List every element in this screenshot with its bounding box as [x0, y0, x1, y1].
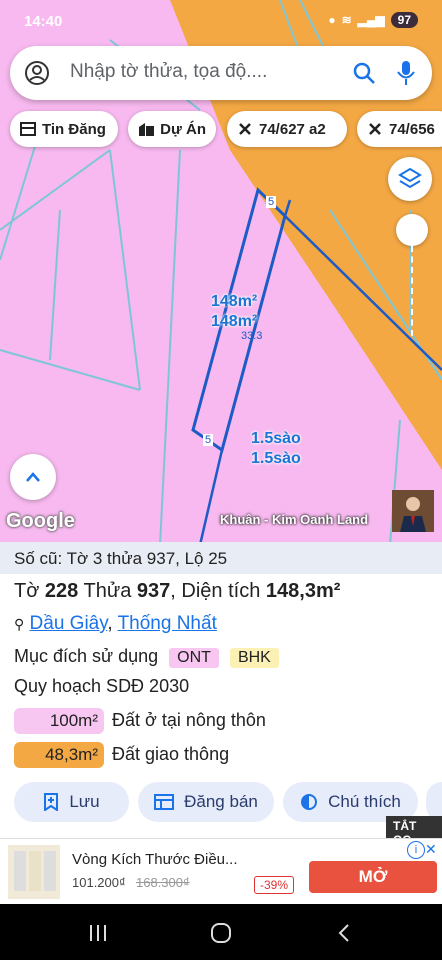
planning-title: Quy hoạch SDĐ 2030: [14, 676, 190, 696]
legend-area: 100m²: [14, 708, 104, 734]
signal-icon: ▂▄▆: [357, 13, 385, 27]
chip-projects[interactable]: Dự Án: [128, 111, 216, 147]
legend-label: Đất giao thông: [112, 744, 230, 764]
save-button[interactable]: Lưu: [14, 782, 129, 822]
legend-row: 48,3m² Đất giao thông: [14, 742, 229, 768]
parcel-summary: Tờ 228 Thửa 937, Diện tích 148,3m²: [14, 580, 341, 602]
agent-name: Khuân - Kim Oanh Land: [220, 512, 369, 527]
back-icon[interactable]: [337, 923, 351, 943]
crop-icon: [369, 123, 381, 135]
agent-avatar[interactable]: [392, 490, 434, 532]
edge-length-label: 5: [266, 196, 277, 208]
wifi-icon: ≋: [341, 13, 352, 27]
location-icon: ●: [328, 13, 336, 27]
contrast-icon: [301, 794, 318, 810]
ad-discount-badge: -39%: [254, 876, 295, 894]
list-icon: [154, 794, 175, 810]
recent-apps-icon[interactable]: [88, 924, 108, 942]
expand-panel-button[interactable]: [10, 454, 56, 500]
google-logo: Google: [6, 510, 75, 532]
ad-price: 101.200₫: [72, 875, 126, 890]
ad-banner[interactable]: Vòng Kích Thước Điều... 101.200₫ 168.300…: [0, 838, 442, 905]
chevron-up-icon: [26, 472, 40, 482]
status-time: 14:40: [24, 13, 63, 30]
chip-listings[interactable]: Tin Đăng: [10, 111, 118, 147]
ad-close-icon[interactable]: ✕: [425, 841, 437, 858]
post-for-sale-button[interactable]: Đăng bán: [138, 782, 274, 822]
bookmark-plus-icon: [44, 793, 59, 811]
chip-label: 74/627 a2: [259, 120, 326, 138]
chip-label: Dự Án: [160, 120, 206, 138]
parcel-location: ⚲ Dầu Giây, Thống Nhất: [14, 613, 217, 634]
legend-label: Đất ở tại nông thôn: [112, 710, 266, 730]
crop-icon: [239, 123, 251, 135]
layers-button[interactable]: [388, 157, 432, 201]
system-nav-bar: [0, 904, 442, 960]
edge-length-label: 5: [203, 434, 214, 446]
legend-area: 48,3m²: [14, 742, 104, 768]
land-use-purpose: Mục đích sử dụng ONT BHK: [14, 646, 279, 668]
parcel-area-label: 148m²: [211, 313, 258, 330]
edge-length-label: 33.3: [241, 330, 263, 342]
ward-link[interactable]: Thống Nhất: [118, 613, 217, 634]
microphone-icon[interactable]: [396, 59, 416, 87]
building-icon: [139, 123, 155, 136]
account-icon[interactable]: [24, 60, 50, 86]
parcel-info-panel: Số cũ: Tờ 3 thửa 937, Lộ 25 Tờ 228 Thửa …: [0, 542, 442, 838]
ad-product-image: [8, 845, 60, 899]
legend-row: 100m² Đất ở tại nông thôn: [14, 708, 266, 734]
old-parcel-info: Số cũ: Tờ 3 thửa 937, Lộ 25: [0, 542, 442, 574]
battery-level: 97: [390, 12, 418, 28]
location-pin-icon: ⚲: [14, 616, 25, 632]
parcel-sao-label: 1.5sào: [251, 450, 301, 467]
ad-info-icon[interactable]: i: [407, 841, 425, 859]
opacity-slider-track[interactable]: [411, 246, 413, 336]
search-icon[interactable]: [352, 61, 376, 85]
home-icon[interactable]: [210, 922, 232, 944]
ad-old-price: 168.300₫: [136, 875, 190, 890]
district-link[interactable]: Dầu Giây: [30, 613, 108, 634]
chip-label: 74/656: [389, 120, 435, 138]
purpose-tag: ONT: [169, 648, 219, 668]
search-bar[interactable]: Nhập tờ thửa, tọa độ....: [10, 46, 432, 100]
parcel-sao-label: 1.5sào: [251, 430, 301, 447]
status-bar: 14:40 ● ≋ ▂▄▆ 97: [0, 0, 442, 42]
purpose-tag: BHK: [229, 648, 279, 668]
parcel-area-label: 148m²: [211, 293, 258, 310]
chip-recent-plot[interactable]: 74/656: [357, 111, 442, 147]
chip-recent-plot[interactable]: 74/627 a2: [227, 111, 347, 147]
ad-open-button[interactable]: MỞ: [309, 861, 437, 893]
search-input[interactable]: Nhập tờ thửa, tọa độ....: [70, 61, 267, 83]
opacity-slider-handle[interactable]: [396, 214, 428, 246]
newspaper-icon: [20, 122, 36, 136]
layers-icon: [398, 167, 422, 189]
ad-title: Vòng Kích Thước Điều...: [72, 851, 238, 868]
chip-label: Tin Đăng: [42, 120, 106, 138]
